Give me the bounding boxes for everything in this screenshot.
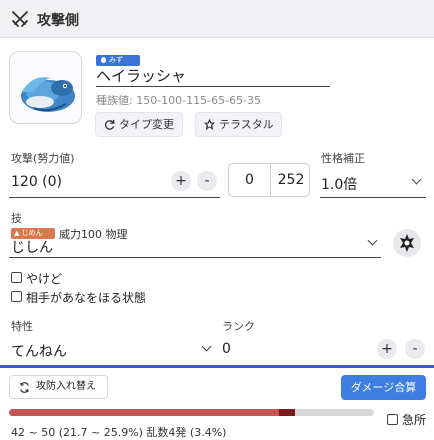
burn-label: やけど: [26, 272, 63, 286]
critical-checkbox-box[interactable]: [387, 414, 398, 425]
damage-result: 42 ~ 50 (21.7 ~ 25.9%) 乱数4発 (3.4%): [11, 426, 227, 439]
base-stats: 種族値: 150-100-115-65-65-35: [96, 94, 262, 107]
ev-max-button[interactable]: 252: [271, 172, 311, 188]
rank-label: ランク: [222, 320, 255, 333]
tera-crystal-icon: [203, 118, 216, 131]
rank-value[interactable]: 0: [222, 341, 231, 357]
damage-bar: [9, 409, 374, 416]
terastal-label: テラスタル: [219, 118, 274, 131]
move-type-label: じめん: [21, 229, 43, 237]
attack-stat-value[interactable]: 120 (0): [11, 174, 62, 190]
tera-crystal-icon: [400, 234, 414, 252]
pokemon-sprite: [21, 77, 75, 112]
damage-bar-range: [279, 409, 295, 416]
stat-minus-button[interactable]: -: [197, 171, 217, 191]
type-change-button[interactable]: タイプ変更: [95, 112, 183, 137]
move-info: 威力100 物理: [59, 228, 128, 241]
crossed-swords-icon: [12, 11, 28, 27]
move-label: 技: [11, 212, 22, 225]
section-divider: [0, 365, 434, 368]
attack-stat-underline: [9, 197, 220, 198]
stat-plus-button[interactable]: +: [171, 171, 191, 191]
pokemon-type-label: みず: [109, 56, 123, 64]
ability-chevron-down-icon: [201, 341, 212, 352]
pokemon-name-input[interactable]: ヘイラッシャ: [96, 66, 330, 87]
move-chevron-down-icon: [367, 235, 378, 246]
rank-plus-button[interactable]: +: [377, 339, 397, 359]
chevron-down-icon: [411, 174, 422, 185]
nature-underline: [320, 197, 426, 198]
type-change-label: タイプ変更: [119, 118, 174, 131]
move-select[interactable]: じしん: [11, 237, 53, 257]
swap-attack-defense-button[interactable]: 攻防入れ替え: [9, 375, 108, 399]
pokemon-type-badge: みず: [96, 55, 140, 66]
ability-select[interactable]: てんねん: [11, 341, 67, 361]
refresh-icon: [104, 119, 115, 130]
burn-checkbox-box[interactable]: [11, 272, 22, 283]
move-underline: [9, 257, 381, 258]
attack-stat-label: 攻撃(努力値): [11, 152, 75, 165]
swap-icon: [20, 382, 29, 393]
ability-label: 特性: [11, 320, 33, 333]
critical-label: 急所: [402, 413, 427, 427]
rank-minus-button[interactable]: -: [405, 339, 425, 359]
nature-select[interactable]: 1.0倍: [321, 174, 357, 194]
water-drop-icon: [101, 57, 106, 63]
damage-bar-min: [9, 409, 280, 416]
ev-min-button[interactable]: 0: [229, 172, 270, 188]
swap-label: 攻防入れ替え: [36, 381, 96, 392]
ev-selector: 0 252: [228, 163, 310, 197]
attacker-header: 攻撃側: [0, 0, 434, 38]
dig-label: 相手があなをほる状態: [26, 291, 147, 305]
terastal-button[interactable]: テラスタル: [195, 112, 282, 137]
header-title: 攻撃側: [37, 13, 79, 29]
ground-type-icon: ▲: [14, 229, 20, 237]
dig-checkbox-box[interactable]: [11, 291, 22, 302]
move-terastal-button[interactable]: [393, 229, 421, 257]
nature-label: 性格補正: [321, 152, 365, 165]
damage-sum-button[interactable]: ダメージ合算: [341, 375, 426, 400]
pokemon-image[interactable]: [9, 51, 82, 124]
